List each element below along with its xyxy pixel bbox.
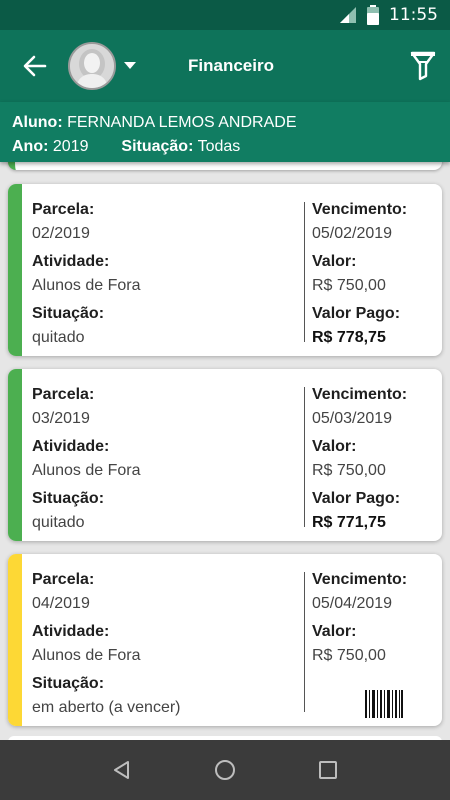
vencimento-label: Vencimento: bbox=[312, 571, 408, 588]
student-label: Aluno: bbox=[12, 114, 63, 131]
atividade-label: Atividade: bbox=[32, 623, 110, 640]
profile-switcher[interactable] bbox=[68, 41, 148, 91]
situacao-value: quitado bbox=[32, 514, 85, 531]
divider bbox=[304, 202, 305, 342]
status-stripe bbox=[8, 369, 22, 541]
atividade-label: Atividade: bbox=[32, 438, 110, 455]
avatar bbox=[68, 42, 116, 90]
valor-pago-value: R$ 778,75 bbox=[312, 329, 386, 346]
circle-home-icon bbox=[214, 760, 235, 780]
barcode-icon bbox=[365, 690, 403, 718]
parcela-label: Parcela: bbox=[32, 201, 95, 218]
vencimento-value: 05/03/2019 bbox=[312, 410, 393, 427]
nav-recents-button[interactable] bbox=[308, 750, 348, 790]
battery-icon bbox=[367, 5, 379, 25]
list-item-partial bbox=[8, 162, 442, 170]
valor-value: R$ 750,00 bbox=[312, 647, 386, 664]
barcode-button[interactable] bbox=[364, 690, 404, 718]
parcela-label: Parcela: bbox=[32, 386, 95, 403]
user-avatar-icon bbox=[70, 44, 114, 88]
arrow-left-icon bbox=[23, 55, 47, 77]
status-filter-label: Situação: bbox=[121, 138, 194, 155]
filter-button[interactable] bbox=[410, 50, 436, 82]
nav-home-button[interactable] bbox=[205, 750, 245, 790]
signal-icon bbox=[340, 7, 356, 23]
back-button[interactable] bbox=[20, 52, 50, 80]
valor-value: R$ 750,00 bbox=[312, 462, 386, 479]
atividade-label: Atividade: bbox=[32, 253, 110, 270]
parcela-value: 03/2019 bbox=[32, 410, 90, 427]
divider bbox=[304, 572, 305, 712]
triangle-back-icon bbox=[113, 761, 129, 779]
valor-label: Valor: bbox=[312, 438, 357, 455]
divider bbox=[304, 387, 305, 527]
parcela-value: 04/2019 bbox=[32, 595, 90, 612]
status-stripe bbox=[8, 184, 22, 356]
square-recents-icon bbox=[319, 761, 338, 779]
page-title: Financeiro bbox=[188, 56, 274, 75]
atividade-value: Alunos de Fora bbox=[32, 462, 141, 479]
vencimento-label: Vencimento: bbox=[312, 386, 408, 403]
valor-label: Valor: bbox=[312, 253, 357, 270]
student-name: FERNANDA LEMOS ANDRADE bbox=[67, 114, 297, 131]
parcela-value: 02/2019 bbox=[32, 225, 90, 242]
clock: 11:55 bbox=[389, 5, 438, 25]
atividade-value: Alunos de Fora bbox=[32, 647, 141, 664]
valor-pago-label: Valor Pago: bbox=[312, 305, 401, 322]
valor-label: Valor: bbox=[312, 623, 357, 640]
app-bar: Financeiro bbox=[0, 30, 450, 102]
installment-card[interactable]: Parcela: 03/2019 Atividade: Alunos de Fo… bbox=[8, 369, 442, 541]
situacao-value: quitado bbox=[32, 329, 85, 346]
situacao-label: Situação: bbox=[32, 675, 105, 692]
installment-card[interactable]: Parcela: 02/2019 Atividade: Alunos de Fo… bbox=[8, 184, 442, 356]
valor-pago-label: Valor Pago: bbox=[312, 490, 401, 507]
year-label: Ano: bbox=[12, 138, 49, 155]
year-value: 2019 bbox=[52, 138, 89, 155]
parcela-label: Parcela: bbox=[32, 571, 95, 588]
status-filter-value: Todas bbox=[197, 138, 241, 155]
installment-card[interactable]: Parcela: 04/2019 Atividade: Alunos de Fo… bbox=[8, 554, 442, 726]
status-bar: 11:55 bbox=[0, 0, 450, 30]
vencimento-value: 05/04/2019 bbox=[312, 595, 393, 612]
nav-back-button[interactable] bbox=[102, 750, 142, 790]
vencimento-value: 05/02/2019 bbox=[312, 225, 393, 242]
valor-pago-value: R$ 771,75 bbox=[312, 514, 386, 531]
caret-down-icon bbox=[124, 62, 136, 69]
installment-list[interactable]: Parcela: 02/2019 Atividade: Alunos de Fo… bbox=[0, 162, 450, 740]
filter-icon bbox=[410, 51, 436, 81]
situacao-value: em aberto (a vencer) bbox=[32, 699, 181, 716]
status-stripe bbox=[8, 554, 22, 726]
system-nav-bar bbox=[0, 740, 450, 800]
atividade-value: Alunos de Fora bbox=[32, 277, 141, 294]
situacao-label: Situação: bbox=[32, 305, 105, 322]
vencimento-label: Vencimento: bbox=[312, 201, 408, 218]
student-info: Aluno: FERNANDA LEMOS ANDRADE Ano: 2019 … bbox=[0, 102, 450, 162]
situacao-label: Situação: bbox=[32, 490, 105, 507]
valor-value: R$ 750,00 bbox=[312, 277, 386, 294]
